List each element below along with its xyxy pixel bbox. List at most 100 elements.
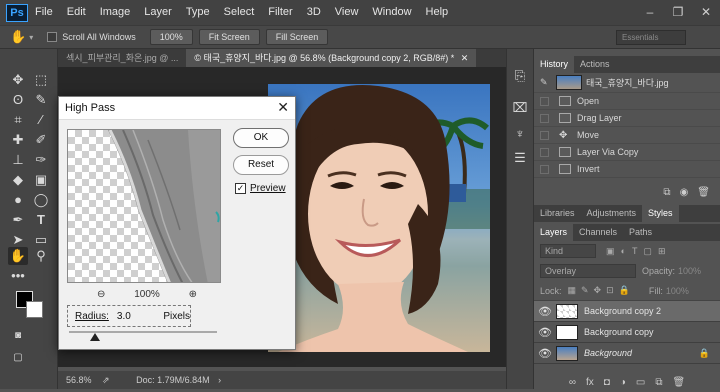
visibility-eye-icon[interactable]: 👁 bbox=[534, 305, 556, 318]
menu-type[interactable]: Type bbox=[179, 0, 217, 25]
screen-mode-icon[interactable]: ▢ bbox=[8, 349, 28, 367]
tab-styles[interactable]: Styles bbox=[642, 205, 679, 222]
new-snapshot-icon[interactable]: ◉ bbox=[680, 187, 689, 198]
tab-history[interactable]: History bbox=[534, 56, 575, 73]
doc-tab-2[interactable]: © 태국_휴양지_바다.jpg @ 56.8% (Background copy… bbox=[186, 49, 477, 67]
menu-filter[interactable]: Filter bbox=[261, 0, 299, 25]
preview-checkbox-icon[interactable]: ✓ bbox=[235, 183, 246, 194]
layer-row[interactable]: 👁 Background 🔒 bbox=[534, 343, 720, 364]
zoom-100-button[interactable]: 100% bbox=[149, 29, 193, 45]
radius-input[interactable]: 3.0 bbox=[117, 311, 145, 322]
menu-select[interactable]: Select bbox=[217, 0, 262, 25]
menu-help[interactable]: Help bbox=[419, 0, 456, 25]
tab-layers[interactable]: Layers bbox=[534, 224, 574, 241]
status-arrow-icon[interactable]: › bbox=[218, 375, 221, 385]
history-item[interactable]: Invert bbox=[534, 161, 720, 178]
menu-window[interactable]: Window bbox=[365, 0, 418, 25]
character-panel-icon[interactable]: ⌧ bbox=[510, 99, 530, 117]
close-tab-icon[interactable]: ✕ bbox=[461, 53, 469, 63]
dialog-titlebar[interactable]: High Pass ✕ bbox=[59, 97, 295, 120]
ok-button[interactable]: OK bbox=[233, 128, 289, 148]
delete-layer-icon[interactable]: 🗑 bbox=[672, 377, 685, 388]
layer-row[interactable]: 👁 Background copy bbox=[534, 322, 720, 343]
tab-paths[interactable]: Paths bbox=[623, 224, 658, 241]
menu-3d[interactable]: 3D bbox=[300, 0, 328, 25]
menu-view[interactable]: View bbox=[328, 0, 366, 25]
type-tool-icon[interactable]: T bbox=[31, 211, 51, 229]
preview-checkbox-row[interactable]: ✓ Preview bbox=[235, 183, 286, 194]
new-layer-icon[interactable]: ⧉ bbox=[655, 377, 662, 388]
tab-adjustments[interactable]: Adjustments bbox=[581, 205, 643, 222]
opacity-value[interactable]: 100% bbox=[678, 266, 701, 276]
close-dialog-icon[interactable]: ✕ bbox=[277, 99, 289, 116]
fill-screen-button[interactable]: Fill Screen bbox=[265, 29, 329, 45]
brush-tool-icon[interactable]: ✐ bbox=[31, 131, 51, 149]
radius-slider-handle[interactable] bbox=[90, 333, 100, 341]
adjustment-layer-icon[interactable]: ◑ bbox=[620, 377, 626, 388]
menu-file[interactable]: File bbox=[28, 0, 60, 25]
doc-tab-1[interactable]: 섹시_피부관리_화온.jpg @ ... bbox=[58, 49, 186, 67]
tab-actions[interactable]: Actions bbox=[574, 56, 616, 73]
blur-tool-icon[interactable]: ● bbox=[8, 191, 28, 209]
lasso-tool-icon[interactable]: ʘ bbox=[8, 91, 28, 109]
marquee-tool-icon[interactable]: ⬚ bbox=[31, 71, 51, 89]
more-tools-icon[interactable]: ••• bbox=[8, 267, 28, 285]
zoom-out-icon[interactable]: ⊖ bbox=[97, 289, 105, 300]
link-layers-icon[interactable]: ∞ bbox=[569, 377, 576, 388]
crop-tool-icon[interactable]: ⌗ bbox=[8, 111, 28, 129]
quick-mask-icon[interactable]: ◙ bbox=[8, 327, 28, 345]
close-window-button[interactable]: ✕ bbox=[692, 0, 720, 25]
pen-tool-icon[interactable]: ✒ bbox=[8, 211, 28, 229]
layer-filter-icons[interactable]: ▣◐T▢⊞ bbox=[606, 246, 671, 257]
eyedropper-tool-icon[interactable]: ⁄ bbox=[31, 111, 51, 129]
hand-tool-icon-active[interactable]: ✋ bbox=[8, 247, 28, 265]
zoom-tool-icon[interactable]: ⚲ bbox=[31, 247, 51, 265]
move-tool-icon[interactable]: ✥ bbox=[8, 71, 28, 89]
tab-libraries[interactable]: Libraries bbox=[534, 205, 581, 222]
menu-layer[interactable]: Layer bbox=[137, 0, 179, 25]
status-zoom[interactable]: 56.8% bbox=[66, 375, 92, 385]
group-icon[interactable]: ▭ bbox=[636, 377, 645, 388]
fill-value[interactable]: 100% bbox=[666, 286, 689, 296]
document-canvas-image[interactable] bbox=[268, 84, 490, 352]
visibility-eye-icon[interactable]: 👁 bbox=[534, 347, 556, 360]
healing-brush-tool-icon[interactable]: ✚ bbox=[8, 131, 28, 149]
history-item[interactable]: Open bbox=[534, 93, 720, 110]
delete-state-icon[interactable]: 🗑 bbox=[697, 187, 710, 198]
history-item[interactable]: ✥ Move bbox=[534, 127, 720, 144]
history-item[interactable]: Layer Via Copy bbox=[534, 144, 720, 161]
history-panel-icon[interactable]: ⎘ bbox=[510, 67, 530, 85]
zoom-in-icon[interactable]: ⊕ bbox=[189, 289, 197, 300]
eraser-tool-icon[interactable]: ◆ bbox=[8, 171, 28, 189]
history-snapshot[interactable]: ✎ 태국_휴양지_바다.jpg bbox=[534, 73, 720, 93]
scroll-all-windows-checkbox[interactable]: Scroll All Windows bbox=[47, 32, 136, 43]
history-item[interactable]: Drag Layer bbox=[534, 110, 720, 127]
history-brush-tool-icon[interactable]: ✑ bbox=[31, 151, 51, 169]
add-mask-icon[interactable]: ◘ bbox=[604, 377, 610, 388]
lock-icons[interactable]: ▦✎✥⊡🔒 bbox=[568, 285, 635, 296]
layer-row-selected[interactable]: 👁 Background copy 2 bbox=[534, 301, 720, 322]
share-icon[interactable]: ⇗ bbox=[102, 375, 110, 385]
quick-select-tool-icon[interactable]: ✎ bbox=[31, 91, 51, 109]
menu-image[interactable]: Image bbox=[93, 0, 138, 25]
menu-edit[interactable]: Edit bbox=[60, 0, 93, 25]
reset-button[interactable]: Reset bbox=[233, 155, 289, 175]
gradient-tool-icon[interactable]: ▣ bbox=[31, 171, 51, 189]
dodge-tool-icon[interactable]: ◯ bbox=[31, 191, 51, 209]
workspace-select[interactable]: Essentials bbox=[616, 30, 686, 45]
tab-channels[interactable]: Channels bbox=[573, 224, 623, 241]
background-color-swatch[interactable] bbox=[26, 301, 43, 318]
brush-panel-icon[interactable]: ♆ bbox=[510, 125, 530, 143]
stamp-tool-icon[interactable]: ⊥ bbox=[8, 151, 28, 169]
fx-icon[interactable]: fx bbox=[586, 377, 594, 388]
layer-kind-select[interactable]: Kind bbox=[540, 244, 596, 258]
tool-preset-dropdown-icon[interactable]: ▾ bbox=[29, 33, 33, 42]
blend-mode-select[interactable]: Overlay bbox=[540, 264, 636, 278]
visibility-eye-icon[interactable]: 👁 bbox=[534, 326, 556, 339]
properties-panel-icon[interactable]: ☰ bbox=[510, 149, 530, 167]
fit-screen-button[interactable]: Fit Screen bbox=[198, 29, 260, 45]
minimize-button[interactable]: – bbox=[636, 0, 664, 25]
new-document-from-state-icon[interactable]: ⧉ bbox=[663, 187, 670, 198]
filter-preview[interactable] bbox=[67, 129, 221, 283]
restore-button[interactable]: ❐ bbox=[664, 0, 692, 25]
